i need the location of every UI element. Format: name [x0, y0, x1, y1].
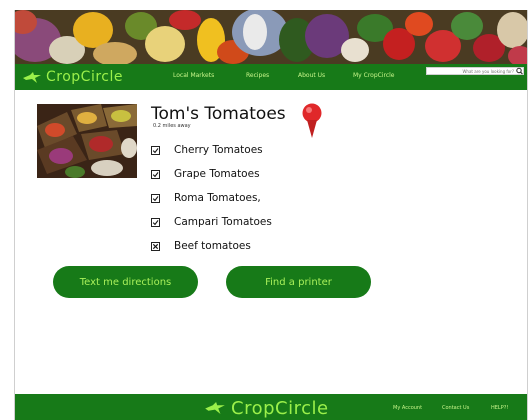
hero-banner-image	[15, 10, 527, 64]
map-pin-icon[interactable]	[301, 103, 323, 139]
checkmark-icon	[152, 147, 159, 153]
nav-link-about-us[interactable]: About Us	[298, 72, 325, 79]
checkbox-checked[interactable]	[151, 145, 160, 155]
brand-name: CropCircle	[46, 69, 123, 85]
leaf-icon	[205, 402, 225, 414]
brand-logo[interactable]: CropCircle	[23, 67, 123, 87]
text-directions-button[interactable]: Text me directions	[53, 266, 198, 298]
find-printer-button[interactable]: Find a printer	[226, 266, 371, 298]
produce-stall-image	[37, 104, 137, 178]
nav-link-my-cropcircle[interactable]: My CropCircle	[353, 72, 395, 79]
search-input[interactable]	[426, 67, 524, 75]
produce-item-label: Roma Tomatoes,	[174, 192, 261, 204]
footer-link-my-account[interactable]: My Account	[393, 405, 422, 411]
nav-link-local-markets[interactable]: Local Markets	[173, 72, 214, 79]
checkmark-icon	[152, 195, 159, 201]
nav-link-recipes[interactable]: Recipes	[246, 72, 269, 79]
checkbox-checked[interactable]	[151, 193, 160, 203]
produce-item-label: Campari Tomatoes	[174, 216, 272, 228]
checkbox-checked[interactable]	[151, 217, 160, 227]
checkbox-unavailable[interactable]	[151, 241, 160, 251]
footer-brand-logo[interactable]: CropCircle	[205, 397, 329, 419]
market-distance: 0.2 miles away	[153, 123, 191, 129]
footer-link-contact-us[interactable]: Contact Us	[442, 405, 469, 411]
checkmark-icon	[152, 219, 159, 225]
checkbox-checked[interactable]	[151, 169, 160, 179]
market-photo	[37, 104, 137, 178]
footer-bar: CropCircle My Account Contact Us HELP?!	[15, 394, 527, 420]
page-frame: CropCircle Local Markets Recipes About U…	[14, 10, 528, 420]
market-title: Tom's Tomatoes	[151, 104, 286, 124]
produce-item[interactable]: Campari Tomatoes	[151, 215, 272, 229]
footer-link-help[interactable]: HELP?!	[491, 405, 508, 411]
produce-item-label: Cherry Tomatoes	[174, 144, 263, 156]
footer-brand-name: CropCircle	[231, 397, 329, 419]
vegetables-illustration	[15, 10, 527, 64]
produce-item[interactable]: Cherry Tomatoes	[151, 143, 263, 157]
produce-item[interactable]: Roma Tomatoes,	[151, 191, 261, 205]
produce-item[interactable]: Beef tomatoes	[151, 239, 251, 253]
produce-item-label: Beef tomatoes	[174, 240, 251, 252]
search-icon[interactable]	[515, 67, 524, 75]
produce-item[interactable]: Grape Tomatoes	[151, 167, 260, 181]
checkmark-icon	[152, 171, 159, 177]
leaf-icon	[23, 71, 41, 83]
x-mark-icon	[152, 243, 159, 249]
produce-item-label: Grape Tomatoes	[174, 168, 260, 180]
